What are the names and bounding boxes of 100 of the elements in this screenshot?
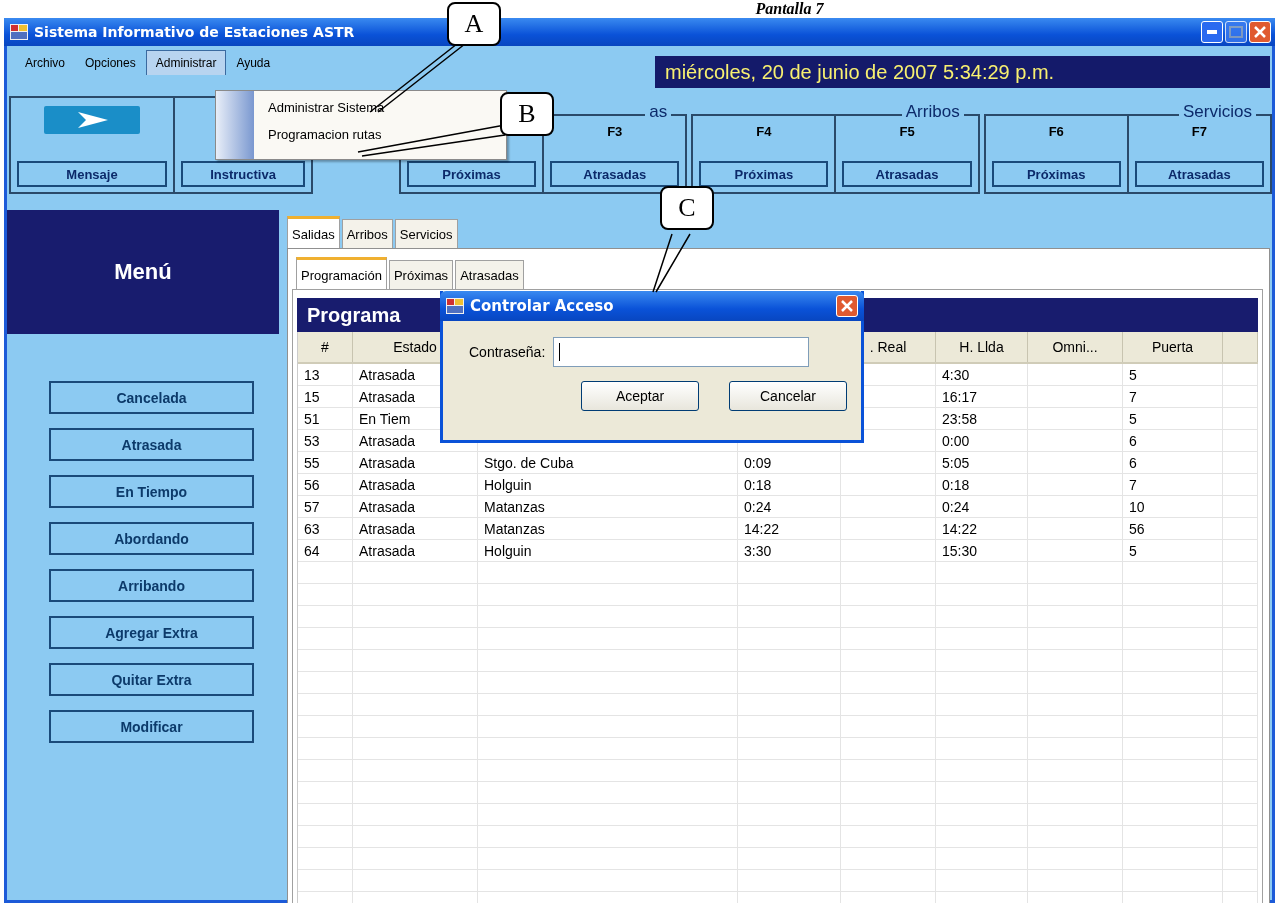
column-header: Puerta <box>1151 339 1194 355</box>
toolbar-button[interactable]: Próximas <box>699 161 829 187</box>
tab[interactable]: Atrasadas <box>455 260 524 289</box>
table-cell: Atrasada <box>359 366 416 383</box>
menu-item[interactable]: Archivo <box>15 50 75 76</box>
table-cell: 10 <box>1129 498 1145 515</box>
menu-header: Menú <box>7 210 279 334</box>
table-cell: 13 <box>304 366 320 383</box>
table-cell: Atrasada <box>359 476 416 493</box>
sidebar-button[interactable]: Cancelada <box>49 381 254 414</box>
table-cell: 56 <box>304 476 320 493</box>
table-cell: 23:58 <box>942 410 978 427</box>
close-button[interactable] <box>836 295 858 317</box>
table-cell: Atrasada <box>359 388 416 405</box>
menu-item[interactable]: Programacion rutas <box>254 122 399 147</box>
function-key-label: F5 <box>899 124 915 140</box>
app-icon <box>446 298 464 314</box>
sidebar-button[interactable]: Abordando <box>49 522 254 555</box>
table-cell: 5:05 <box>942 454 970 471</box>
close-icon <box>1254 26 1266 38</box>
password-field[interactable] <box>553 337 810 367</box>
table-cell: 3:30 <box>744 542 772 559</box>
sidebar-button[interactable]: Agregar Extra <box>49 616 254 649</box>
table-cell: 6 <box>1129 454 1137 471</box>
table-cell: Atrasada <box>359 498 416 515</box>
sidebar-button[interactable]: En Tiempo <box>49 475 254 508</box>
table-cell: 57 <box>304 498 320 515</box>
maximize-icon <box>1229 26 1243 38</box>
table-cell: 15:30 <box>942 542 978 559</box>
dialog-button[interactable]: Aceptar <box>581 381 699 411</box>
callout-label: A <box>447 2 501 46</box>
toolbar-button[interactable]: Atrasadas <box>842 161 972 187</box>
toolbar-button[interactable]: Próximas <box>406 161 537 187</box>
tab[interactable]: Próximas <box>388 260 454 289</box>
close-icon <box>841 300 853 312</box>
table-cell: Holguin <box>484 476 532 493</box>
function-key-label: F7 <box>1191 124 1207 140</box>
table-cell: 0:18 <box>942 476 970 493</box>
table-cell: 0:18 <box>744 476 772 493</box>
table-cell: 63 <box>304 520 320 537</box>
table-cell: Stgo. de Cuba <box>484 454 574 471</box>
tab[interactable]: Servicios <box>394 219 458 248</box>
tab[interactable]: Salidas <box>287 216 340 248</box>
app-icon <box>10 24 28 40</box>
date-time-banner: miércoles, 20 de junio de 2007 5:34:29 p.m. <box>655 56 1270 88</box>
column-header: H. Llda <box>959 339 1004 355</box>
table-cell: 0:24 <box>744 498 772 515</box>
dialog-title: Controlar Acceso <box>470 297 614 315</box>
table-cell: 5 <box>1129 366 1137 383</box>
column-header: # <box>321 339 329 355</box>
column-header: Omni... <box>1052 339 1098 355</box>
table-cell: 64 <box>304 542 320 559</box>
toolbar-button[interactable]: Instructiva <box>181 161 305 187</box>
function-key-label: F3 <box>607 124 623 140</box>
field-label: Contraseña: <box>469 344 546 360</box>
table-cell: 0:09 <box>744 454 772 471</box>
table-cell: 7 <box>1129 388 1137 405</box>
sidebar-button[interactable]: Arribando <box>49 569 254 602</box>
table-cell: 0:24 <box>942 498 970 515</box>
close-button[interactable] <box>1249 21 1271 43</box>
table-cell: 14:22 <box>942 520 978 537</box>
sidebar-button[interactable]: Atrasada <box>49 428 254 461</box>
toolbar-button[interactable]: Próximas <box>991 161 1121 187</box>
menu-item[interactable]: Opciones <box>75 50 146 76</box>
tab[interactable]: Programación <box>296 257 387 289</box>
table-cell: 7 <box>1129 476 1137 493</box>
function-key-label: F4 <box>756 124 772 140</box>
minimize-button[interactable] <box>1201 21 1223 43</box>
menu-side-strip <box>216 91 254 159</box>
column-header: . Real <box>869 339 907 355</box>
table-cell: Atrasada <box>359 520 416 537</box>
table-cell: En Tiem <box>359 410 411 427</box>
table-cell: 53 <box>304 432 320 449</box>
table-cell: Holguin <box>484 542 532 559</box>
callout-label: C <box>660 186 714 230</box>
window-title: Sistema Informativo de Estaciones ASTR <box>34 24 355 40</box>
caption-text: Pantalla 7 <box>754 0 825 18</box>
column-header: Estado <box>393 339 437 355</box>
table-cell: 16:17 <box>942 388 978 405</box>
table-cell: 15 <box>304 388 320 405</box>
maximize-button[interactable] <box>1225 21 1247 43</box>
table-cell: 51 <box>304 410 320 427</box>
function-key-label: F6 <box>1048 124 1064 140</box>
dialog-button[interactable]: Cancelar <box>729 381 847 411</box>
menu-item[interactable]: Ayuda <box>226 50 281 76</box>
sidebar-button[interactable]: Quitar Extra <box>49 663 254 696</box>
minimize-icon <box>1207 30 1217 34</box>
toolbar-button[interactable]: Atrasadas <box>550 161 680 187</box>
table-cell: 5 <box>1129 410 1137 427</box>
sidebar-button[interactable]: Modificar <box>49 710 254 743</box>
table-cell: 4:30 <box>942 366 970 383</box>
table-cell: 6 <box>1129 432 1137 449</box>
menu-item[interactable]: Administrar <box>145 50 227 75</box>
toolbar-button[interactable]: Mensaje <box>17 161 167 187</box>
table-cell: Atrasada <box>359 432 416 449</box>
leader-line <box>652 233 691 293</box>
toolbar-button[interactable]: Atrasadas <box>1134 161 1264 187</box>
table-cell: 56 <box>1129 520 1145 537</box>
table-cell: Atrasada <box>359 454 416 471</box>
tab[interactable]: Arribos <box>341 219 393 248</box>
